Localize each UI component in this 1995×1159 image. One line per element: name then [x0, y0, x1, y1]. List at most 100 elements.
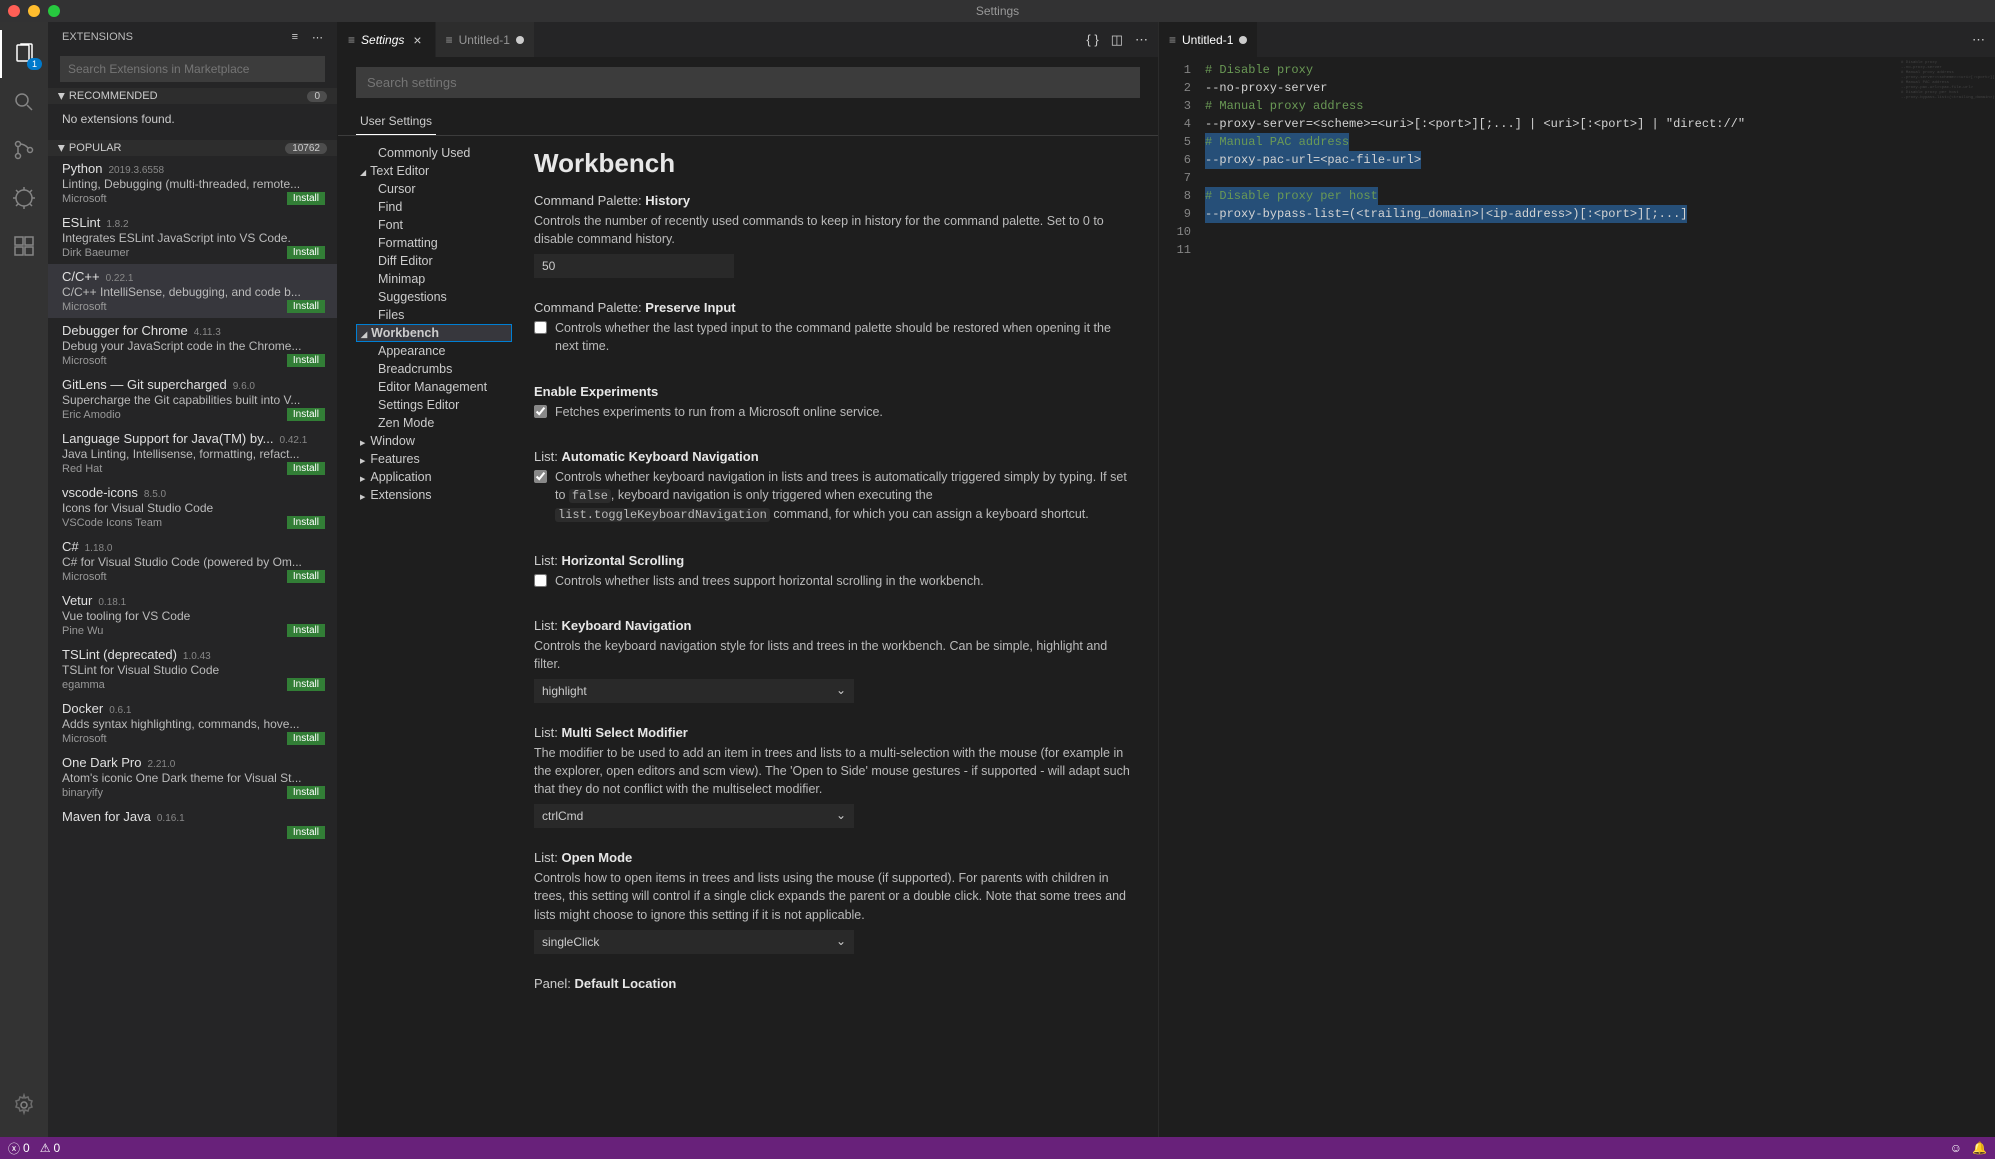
- recommended-section-header[interactable]: ▶RECOMMENDED 0: [48, 88, 337, 104]
- settings-nav-item[interactable]: Suggestions: [356, 288, 512, 306]
- feedback-icon[interactable]: ☺: [1950, 1141, 1962, 1155]
- install-button[interactable]: Install: [287, 462, 325, 475]
- extension-version: 2019.3.6558: [108, 165, 164, 176]
- install-button[interactable]: Install: [287, 192, 325, 205]
- extension-publisher: Microsoft: [62, 571, 107, 583]
- debug-activity[interactable]: [0, 174, 48, 222]
- settings-nav-item[interactable]: Application: [356, 468, 512, 486]
- maximize-window-button[interactable]: [48, 5, 60, 17]
- user-settings-tab[interactable]: User Settings: [356, 108, 436, 135]
- settings-nav-item[interactable]: Commonly Used: [356, 144, 512, 162]
- settings-nav-item[interactable]: Appearance: [356, 342, 512, 360]
- settings-nav-item[interactable]: Extensions: [356, 486, 512, 504]
- extension-desc: Debug your JavaScript code in the Chrome…: [62, 339, 325, 353]
- explorer-activity[interactable]: 1: [0, 30, 48, 78]
- settings-nav-item[interactable]: Files: [356, 306, 512, 324]
- more-actions-icon[interactable]: ⋯: [1972, 32, 1985, 48]
- extension-item[interactable]: One Dark Pro2.21.0Atom's iconic One Dark…: [48, 750, 337, 804]
- minimize-window-button[interactable]: [28, 5, 40, 17]
- hscroll-checkbox[interactable]: [534, 574, 547, 587]
- extension-publisher: Dirk Baeumer: [62, 247, 129, 259]
- extension-item[interactable]: vscode-icons8.5.0Icons for Visual Studio…: [48, 480, 337, 534]
- install-button[interactable]: Install: [287, 354, 325, 367]
- errors-status[interactable]: ⓧ 0: [8, 1140, 30, 1157]
- extension-item[interactable]: C#1.18.0C# for Visual Studio Code (power…: [48, 534, 337, 588]
- multisel-select[interactable]: ctrlCmd: [534, 804, 854, 828]
- extensions-activity[interactable]: [0, 222, 48, 270]
- preserve-checkbox[interactable]: [534, 321, 547, 334]
- more-actions-icon[interactable]: ⋯: [1135, 32, 1148, 48]
- extension-item[interactable]: Python2019.3.6558Linting, Debugging (mul…: [48, 156, 337, 210]
- extension-publisher: Eric Amodio: [62, 409, 121, 421]
- text-editor[interactable]: 1234567891011 # Disable proxy--no-proxy-…: [1159, 57, 1995, 1137]
- extension-item[interactable]: Docker0.6.1Adds syntax highlighting, com…: [48, 696, 337, 750]
- popular-section-header[interactable]: ▶POPULAR 10762: [48, 140, 337, 156]
- extension-name: GitLens — Git supercharged: [62, 377, 227, 392]
- extension-item[interactable]: GitLens — Git supercharged9.6.0Superchar…: [48, 372, 337, 426]
- install-button[interactable]: Install: [287, 826, 325, 839]
- close-window-button[interactable]: [8, 5, 20, 17]
- tab-untitled-right[interactable]: ≡ Untitled-1: [1159, 22, 1258, 57]
- settings-nav-item[interactable]: Breadcrumbs: [356, 360, 512, 378]
- settings-editor: User Settings Commonly UsedText EditorCu…: [338, 57, 1158, 1137]
- settings-nav-item[interactable]: Window: [356, 432, 512, 450]
- install-button[interactable]: Install: [287, 300, 325, 313]
- openmode-select[interactable]: singleClick: [534, 930, 854, 954]
- close-icon[interactable]: ×: [410, 32, 424, 48]
- settings-nav-item[interactable]: Font: [356, 216, 512, 234]
- install-button[interactable]: Install: [287, 408, 325, 421]
- split-editor-icon[interactable]: ◫: [1111, 32, 1123, 48]
- install-button[interactable]: Install: [287, 516, 325, 529]
- settings-nav-item[interactable]: Features: [356, 450, 512, 468]
- extension-version: 1.8.2: [106, 219, 128, 230]
- settings-nav-item[interactable]: Workbench: [356, 324, 512, 342]
- side-panel: EXTENSIONS ≡ ⋯ ▶RECOMMENDED 0 No extensi…: [48, 22, 338, 1137]
- install-button[interactable]: Install: [287, 732, 325, 745]
- extension-item[interactable]: ESLint1.8.2Integrates ESLint JavaScript …: [48, 210, 337, 264]
- install-button[interactable]: Install: [287, 678, 325, 691]
- extension-publisher: binaryify: [62, 787, 103, 799]
- tab-untitled[interactable]: ≡ Untitled-1: [436, 22, 535, 57]
- history-input[interactable]: [534, 254, 734, 278]
- extension-item[interactable]: C/C++0.22.1C/C++ IntelliSense, debugging…: [48, 264, 337, 318]
- settings-nav-item[interactable]: Zen Mode: [356, 414, 512, 432]
- extension-publisher: Red Hat: [62, 463, 102, 475]
- settings-nav-item[interactable]: Diff Editor: [356, 252, 512, 270]
- extension-item[interactable]: Vetur0.18.1Vue tooling for VS CodePine W…: [48, 588, 337, 642]
- settings-nav-item[interactable]: Editor Management: [356, 378, 512, 396]
- keynav-select[interactable]: highlight: [534, 679, 854, 703]
- extension-item[interactable]: Maven for Java0.16.1Install: [48, 804, 337, 844]
- install-button[interactable]: Install: [287, 570, 325, 583]
- extension-item[interactable]: TSLint (deprecated)1.0.43TSLint for Visu…: [48, 642, 337, 696]
- status-bar: ⓧ 0 ⚠ 0 ☺ 🔔: [0, 1137, 1995, 1159]
- settings-nav-item[interactable]: Formatting: [356, 234, 512, 252]
- settings-nav-item[interactable]: Minimap: [356, 270, 512, 288]
- settings-search-input[interactable]: [356, 67, 1140, 98]
- autonav-desc: Controls whether keyboard navigation in …: [555, 468, 1136, 525]
- warnings-status[interactable]: ⚠ 0: [40, 1141, 60, 1155]
- install-button[interactable]: Install: [287, 246, 325, 259]
- extension-publisher: Microsoft: [62, 193, 107, 205]
- autonav-checkbox[interactable]: [534, 470, 547, 483]
- install-button[interactable]: Install: [287, 624, 325, 637]
- search-activity[interactable]: [0, 78, 48, 126]
- extension-item[interactable]: Language Support for Java(TM) by...0.42.…: [48, 426, 337, 480]
- tab-settings[interactable]: ≡ Settings ×: [338, 22, 436, 57]
- settings-nav-item[interactable]: Find: [356, 198, 512, 216]
- more-icon[interactable]: ⋯: [312, 31, 323, 44]
- scm-activity[interactable]: [0, 126, 48, 174]
- extension-item[interactable]: Debugger for Chrome4.11.3Debug your Java…: [48, 318, 337, 372]
- extension-desc: Linting, Debugging (multi-threaded, remo…: [62, 177, 325, 191]
- experiments-checkbox[interactable]: [534, 405, 547, 418]
- bell-icon[interactable]: 🔔: [1972, 1141, 1987, 1155]
- filter-icon[interactable]: ≡: [292, 31, 298, 44]
- extensions-search-input[interactable]: [60, 56, 325, 82]
- settings-nav-item[interactable]: Cursor: [356, 180, 512, 198]
- open-json-icon[interactable]: { }: [1086, 32, 1098, 47]
- settings-gear[interactable]: [0, 1081, 48, 1129]
- settings-nav-item[interactable]: Settings Editor: [356, 396, 512, 414]
- install-button[interactable]: Install: [287, 786, 325, 799]
- minimap[interactable]: # Disable proxy--no-proxy-server# Manual…: [1901, 61, 1991, 101]
- code-area[interactable]: # Disable proxy--no-proxy-server# Manual…: [1205, 57, 1995, 1137]
- settings-nav-item[interactable]: Text Editor: [356, 162, 512, 180]
